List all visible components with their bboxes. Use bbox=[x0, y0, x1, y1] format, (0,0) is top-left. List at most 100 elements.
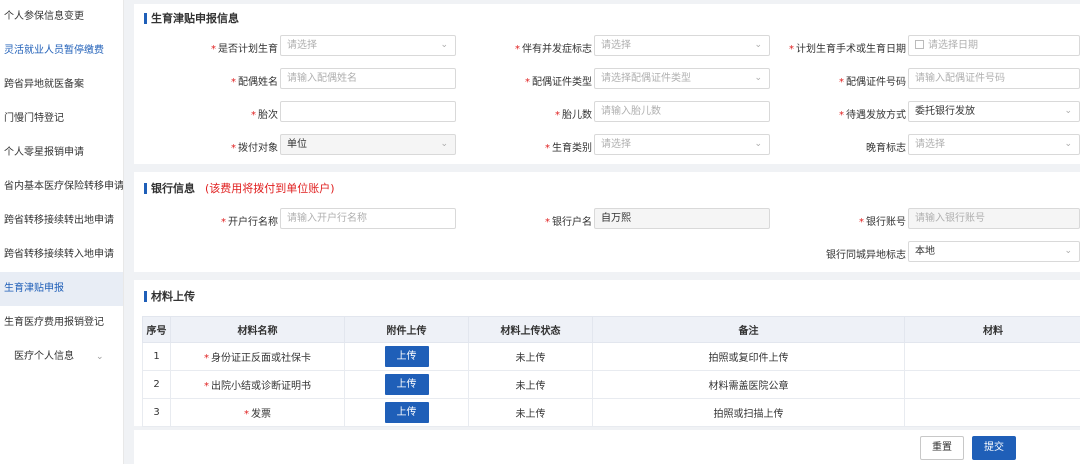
main-content: 生育津贴申报信息 * 是否计划生育 请选择 ⌄ * 伴有并发症标志 请选择 ⌄ * 计划生… bbox=[134, 0, 1080, 464]
spouse-id-type-label: * 配偶证件类型 bbox=[484, 73, 592, 88]
select-placeholder: 请选择 bbox=[601, 139, 631, 150]
spouse-name-input[interactable]: 请输入配偶姓名 bbox=[280, 68, 456, 89]
required-mark: * bbox=[204, 381, 209, 392]
material-name-text: 发票 bbox=[251, 409, 271, 420]
reset-button[interactable]: 重置 bbox=[920, 436, 964, 460]
sidebar-item-maternity-reimburse[interactable]: 生育医疗费用报销登记 bbox=[0, 306, 123, 340]
section-title-text: 银行信息 bbox=[151, 182, 195, 195]
fetus-count-label: * 胎儿数 bbox=[484, 106, 592, 121]
calendar-icon bbox=[915, 40, 924, 49]
select-value: 本地 bbox=[915, 246, 935, 257]
table-header-row: 序号 材料名称 附件上传 材料上传状态 备注 材料 bbox=[142, 316, 1080, 343]
title-bar bbox=[144, 12, 147, 24]
row-no: 3 bbox=[142, 398, 171, 427]
account-no-input[interactable]: 请输入银行账号 bbox=[908, 208, 1080, 229]
row-no: 2 bbox=[142, 370, 171, 399]
sidebar-item-transfer-out[interactable]: 跨省转移接续转出地申请 bbox=[0, 204, 123, 238]
table-row: 3 * 发票 上传 未上传 拍照或扫描上传 bbox=[142, 398, 1080, 427]
required-mark: * bbox=[545, 143, 550, 154]
sidebar-item-province-transfer[interactable]: 省内基本医疗保险转移申请 bbox=[0, 170, 123, 204]
section-title: 材料上传 bbox=[144, 288, 195, 304]
label-text: 晚育标志 bbox=[866, 143, 906, 154]
row-no: 1 bbox=[142, 342, 171, 371]
planned-birth-label: * 是否计划生育 bbox=[174, 40, 278, 55]
input-placeholder: 请输入配偶姓名 bbox=[287, 73, 357, 84]
fetus-count-input[interactable]: 请输入胎儿数 bbox=[594, 101, 770, 122]
label-text: 胎儿数 bbox=[562, 110, 592, 121]
allocation-target-select[interactable]: 单位 ⌄ bbox=[280, 134, 456, 155]
row-status: 未上传 bbox=[468, 398, 593, 427]
birth-category-label: * 生育类别 bbox=[484, 139, 592, 154]
date-placeholder: 请选择日期 bbox=[928, 40, 978, 51]
required-mark: * bbox=[555, 110, 560, 121]
parity-label: * 胎次 bbox=[174, 106, 278, 121]
row-remark: 拍照或扫描上传 bbox=[592, 398, 905, 427]
label-text: 是否计划生育 bbox=[218, 44, 278, 55]
col-header-material: 材料 bbox=[904, 316, 1080, 343]
bank-name-input[interactable]: 请输入开户行名称 bbox=[280, 208, 456, 229]
sidebar-item-label: 医疗个人信息 bbox=[14, 351, 74, 362]
spouse-id-type-select[interactable]: 请选择配偶证件类型 ⌄ bbox=[594, 68, 770, 89]
label-text: 银行户名 bbox=[552, 217, 592, 228]
col-header-name: 材料名称 bbox=[170, 316, 345, 343]
required-mark: * bbox=[211, 44, 216, 55]
sidebar-item-insurance-change[interactable]: 个人参保信息变更 bbox=[0, 0, 123, 34]
action-bar: 重置 提交 bbox=[134, 430, 1080, 464]
chevron-down-icon: ⌄ bbox=[1064, 246, 1072, 256]
sidebar-item-transfer-in[interactable]: 跨省转移接续转入地申请 bbox=[0, 238, 123, 272]
planned-birth-select[interactable]: 请选择 ⌄ bbox=[280, 35, 456, 56]
sidebar-item-flexible-suspend[interactable]: 灵活就业人员暂停缴费 bbox=[0, 34, 123, 68]
required-mark: * bbox=[515, 44, 520, 55]
chevron-down-icon: ⌄ bbox=[754, 40, 762, 50]
col-header-remark: 备注 bbox=[592, 316, 905, 343]
label-text: 待遇发放方式 bbox=[846, 110, 906, 121]
input-value: 自万熙 bbox=[601, 213, 631, 224]
material-name-text: 身份证正反面或社保卡 bbox=[211, 353, 311, 364]
upload-button[interactable]: 上传 bbox=[384, 374, 429, 395]
account-no-label: * 银行账号 bbox=[784, 213, 906, 228]
chevron-down-icon: ⌄ bbox=[96, 352, 104, 362]
chevron-down-icon: ⌄ bbox=[440, 40, 448, 50]
required-mark: * bbox=[221, 217, 226, 228]
row-status: 未上传 bbox=[468, 370, 593, 399]
sidebar-item-medical-personal-info[interactable]: 医疗个人信息 ⌄ bbox=[0, 340, 123, 374]
late-birth-select[interactable]: 请选择 ⌄ bbox=[908, 134, 1080, 155]
payout-method-select[interactable]: 委托银行发放 ⌄ bbox=[908, 101, 1080, 122]
label-text: 配偶姓名 bbox=[238, 77, 278, 88]
col-header-no: 序号 bbox=[142, 316, 171, 343]
upload-button[interactable]: 上传 bbox=[384, 402, 429, 423]
sidebar-item-cross-province-record[interactable]: 跨省异地就医备案 bbox=[0, 68, 123, 102]
label-text: 银行账号 bbox=[866, 217, 906, 228]
complication-select[interactable]: 请选择 ⌄ bbox=[594, 35, 770, 56]
chevron-down-icon: ⌄ bbox=[754, 139, 762, 149]
select-placeholder: 请选择 bbox=[287, 40, 317, 51]
sidebar-item-chronic-registration[interactable]: 门慢门特登记 bbox=[0, 102, 123, 136]
sidebar-item-sporadic-reimburse[interactable]: 个人零星报销申请 bbox=[0, 136, 123, 170]
birth-category-select[interactable]: 请选择 ⌄ bbox=[594, 134, 770, 155]
label-text: 配偶证件号码 bbox=[846, 77, 906, 88]
required-mark: * bbox=[525, 77, 530, 88]
account-name-input[interactable]: 自万熙 bbox=[594, 208, 770, 229]
section-title-text: 材料上传 bbox=[151, 290, 195, 303]
label-text: 拨付对象 bbox=[238, 143, 278, 154]
materials-table: 序号 材料名称 附件上传 材料上传状态 备注 材料 1 * 身份证正反面或社保卡 … bbox=[142, 316, 1080, 427]
row-remark: 材料需盖医院公章 bbox=[592, 370, 905, 399]
surgery-date-label: * 计划生育手术或生育日期 bbox=[784, 40, 906, 55]
sidebar-item-maternity-allowance[interactable]: 生育津贴申报 bbox=[0, 272, 123, 306]
required-mark: * bbox=[251, 110, 256, 121]
surgery-date-picker[interactable]: 请选择日期 bbox=[908, 35, 1080, 56]
chevron-down-icon: ⌄ bbox=[754, 73, 762, 83]
row-material-name: * 发票 bbox=[170, 398, 345, 427]
select-placeholder: 请选择配偶证件类型 bbox=[601, 73, 691, 84]
row-remark: 拍照或复印件上传 bbox=[592, 342, 905, 371]
spouse-id-no-input[interactable]: 请输入配偶证件号码 bbox=[908, 68, 1080, 89]
chevron-down-icon: ⌄ bbox=[440, 139, 448, 149]
birth-info-section: 生育津贴申报信息 * 是否计划生育 请选择 ⌄ * 伴有并发症标志 请选择 ⌄ * 计划生… bbox=[134, 4, 1080, 164]
title-bar bbox=[144, 182, 147, 194]
same-city-select[interactable]: 本地 ⌄ bbox=[908, 241, 1080, 262]
submit-button[interactable]: 提交 bbox=[972, 436, 1016, 460]
upload-button[interactable]: 上传 bbox=[384, 346, 429, 367]
col-header-upload: 附件上传 bbox=[344, 316, 469, 343]
required-mark: * bbox=[839, 77, 844, 88]
parity-input[interactable] bbox=[280, 101, 456, 122]
